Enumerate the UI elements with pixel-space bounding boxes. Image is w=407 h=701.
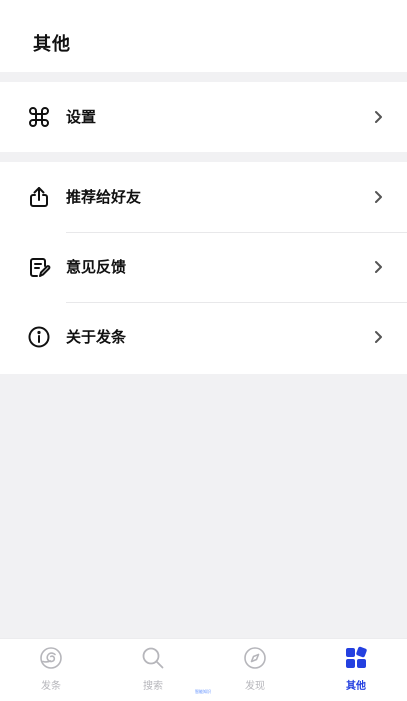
settings-section: 设置 [0,82,407,152]
menu-item-feedback[interactable]: 意见反馈 [0,232,407,302]
chevron-right-icon [373,329,383,345]
tab-search[interactable]: 搜索 [102,639,204,701]
tab-label: 搜索 [143,681,163,692]
menu-item-label: 推荐给好友 [66,188,142,206]
menu-item-label: 设置 [66,108,97,126]
actions-section: 推荐给好友 意见反馈 关于发条 [0,162,407,374]
tab-label: 其他 [346,681,366,692]
info-icon [27,325,51,349]
feedback-edit-icon [27,255,51,279]
page-title: 其他 [33,34,71,55]
watermark-text: 智能知识 [195,689,211,694]
app-logo-icon [39,646,63,670]
chevron-right-icon [373,259,383,275]
menu-item-settings[interactable]: 设置 [0,82,407,152]
menu-item-recommend[interactable]: 推荐给好友 [0,162,407,232]
menu-item-label: 关于发条 [66,328,127,346]
search-icon [141,646,165,670]
menu-item-about[interactable]: 关于发条 [0,302,407,372]
share-icon [27,185,51,209]
command-icon [27,105,51,129]
menu-item-label: 意见反馈 [66,258,127,276]
header: 其他 [0,0,407,72]
tab-home[interactable]: 发条 [0,639,102,701]
tab-other[interactable]: 其他 [305,639,407,701]
tab-label: 发现 [245,681,265,692]
tab-discover[interactable]: 发现 [204,639,306,701]
compass-icon [243,646,267,670]
tab-label: 发条 [41,681,61,692]
chevron-right-icon [373,109,383,125]
chevron-right-icon [373,189,383,205]
apps-grid-icon [344,646,368,670]
